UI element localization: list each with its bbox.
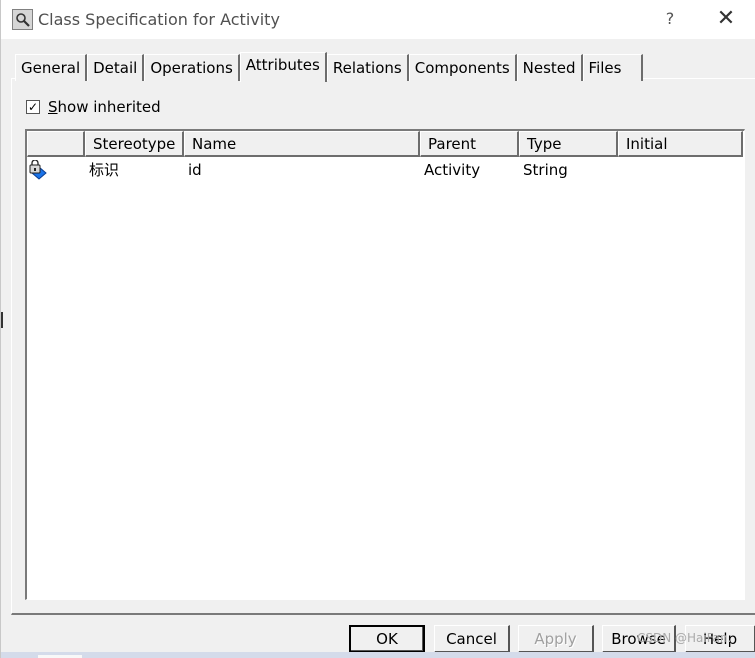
column-header-type[interactable]: Type xyxy=(519,131,618,157)
magnifier-icon xyxy=(12,9,33,30)
tab-attributes[interactable]: Attributes xyxy=(239,52,327,82)
tab-detail[interactable]: Detail xyxy=(87,54,145,81)
window-title: Class Specification for Activity xyxy=(38,10,280,29)
column-header-stereotype[interactable]: Stereotype xyxy=(85,131,184,157)
column-header-initial[interactable]: Initial xyxy=(618,131,743,157)
protected-attribute-icon xyxy=(29,159,49,180)
apply-button[interactable]: Apply xyxy=(518,625,594,653)
attributes-list[interactable]: Stereotype Name Parent Type Initial 标识 i… xyxy=(25,129,745,600)
column-header-name[interactable]: Name xyxy=(184,131,420,157)
edge-marker xyxy=(1,312,3,328)
list-header: Stereotype Name Parent Type Initial xyxy=(27,131,743,157)
tab-components[interactable]: Components xyxy=(408,54,517,81)
column-header-icon[interactable] xyxy=(27,131,85,157)
checkmark-icon: ✓ xyxy=(27,100,39,114)
table-row[interactable]: 标识 id Activity String xyxy=(27,158,743,184)
ok-button[interactable]: OK xyxy=(349,625,425,653)
help-icon[interactable]: ? xyxy=(658,6,682,32)
tab-relations[interactable]: Relations xyxy=(326,54,409,81)
class-specification-dialog: Class Specification for Activity ? ✕ Gen… xyxy=(0,0,755,658)
tab-strip: General Detail Operations Attributes Rel… xyxy=(15,52,643,82)
cell-parent: Activity xyxy=(424,161,481,179)
cell-name: id xyxy=(188,161,202,179)
cell-type: String xyxy=(523,161,568,179)
checkbox-label: Show inherited xyxy=(48,98,161,116)
cell-stereotype: 标识 xyxy=(89,161,120,179)
tab-general[interactable]: General xyxy=(15,54,88,81)
tab-nested[interactable]: Nested xyxy=(516,54,583,81)
checkbox-box[interactable]: ✓ xyxy=(26,100,40,114)
show-inherited-checkbox[interactable]: ✓ Show inherited xyxy=(26,97,161,117)
column-header-parent[interactable]: Parent xyxy=(420,131,519,157)
cancel-button[interactable]: Cancel xyxy=(434,625,510,653)
taskbar-strip xyxy=(1,652,755,658)
close-icon[interactable]: ✕ xyxy=(711,6,741,32)
title-bar[interactable]: Class Specification for Activity ? ✕ xyxy=(1,0,755,39)
watermark: CSDN @HaiFan. xyxy=(637,631,732,645)
tab-files[interactable]: Files xyxy=(582,54,643,81)
tab-operations[interactable]: Operations xyxy=(144,54,240,81)
